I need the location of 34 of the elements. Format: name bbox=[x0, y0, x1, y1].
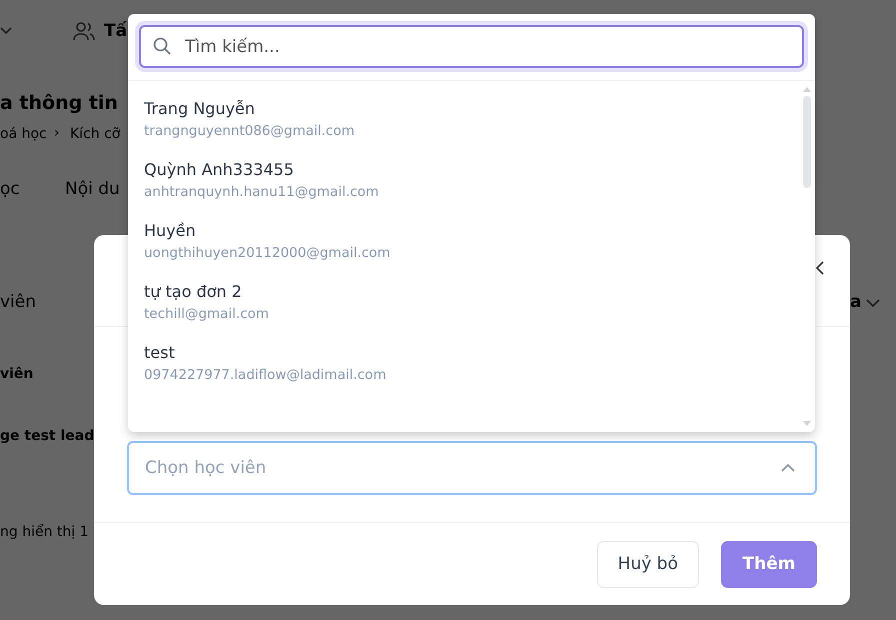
breadcrumb-link[interactable]: Kích cỡ bbox=[70, 126, 120, 142]
option-email: 0974227977.ladiflow@ladimail.com bbox=[144, 367, 388, 383]
option-email: techill@gmail.com bbox=[144, 306, 270, 322]
scroll-down-icon[interactable] bbox=[803, 421, 811, 426]
option-email: uongthihuyen20112000@gmail.com bbox=[144, 245, 392, 261]
search-field[interactable]: Tìm kiếm... bbox=[139, 25, 804, 68]
chevron-left-icon[interactable] bbox=[816, 261, 824, 275]
chevron-down-icon bbox=[0, 27, 12, 35]
page-tab[interactable]: ọc bbox=[0, 179, 20, 199]
header-label: Tấ bbox=[104, 21, 128, 41]
search-icon bbox=[153, 37, 171, 55]
filter-label: a bbox=[850, 292, 862, 312]
breadcrumb-link[interactable]: oá học bbox=[0, 126, 47, 142]
option-name[interactable]: Quỳnh Anh333455 bbox=[144, 160, 786, 179]
option-name[interactable]: Huyền bbox=[144, 221, 786, 240]
page-title: a thông tin bbox=[0, 92, 118, 114]
pagination-text: ng hiển thị 1 bbox=[0, 524, 89, 540]
people-icon bbox=[73, 21, 95, 41]
column-header: viên bbox=[0, 366, 34, 382]
breadcrumb-separator: › bbox=[54, 125, 60, 141]
option-email: trangnguyennt086@gmail.com bbox=[144, 123, 356, 139]
option-name[interactable]: tự tạo đơn 2 bbox=[144, 282, 786, 301]
cancel-button[interactable]: Huỷ bỏ bbox=[596, 540, 699, 588]
option-name[interactable]: test bbox=[144, 343, 786, 362]
option-email: anhtranquynh.hanu11@gmail.com bbox=[144, 184, 380, 200]
page-tab[interactable]: Nội du bbox=[65, 179, 120, 199]
chevron-down-icon bbox=[866, 299, 880, 307]
scroll-up-icon[interactable] bbox=[803, 87, 811, 92]
option-name[interactable]: Trang Nguyễn bbox=[144, 99, 786, 118]
scrollbar-thumb[interactable] bbox=[803, 96, 811, 188]
select-placeholder: Chọn học viên bbox=[145, 458, 266, 478]
chevron-icon bbox=[781, 464, 795, 472]
section-label: viên bbox=[0, 292, 36, 312]
table-cell: ge test lead bbox=[0, 428, 94, 444]
